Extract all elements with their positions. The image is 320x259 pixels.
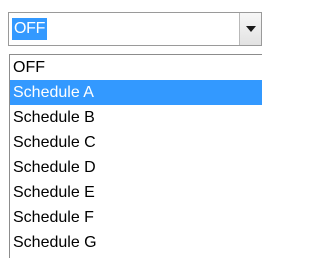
schedule-dropdown-list: OFF Schedule A Schedule B Schedule C Sch… (9, 54, 262, 258)
dropdown-option-off[interactable]: OFF (10, 55, 262, 80)
dropdown-option-schedule-b[interactable]: Schedule B (10, 105, 262, 130)
dropdown-option-schedule-a[interactable]: Schedule A (10, 80, 262, 105)
combo-value-area[interactable]: OFF (12, 17, 48, 41)
dropdown-option-schedule-e[interactable]: Schedule E (10, 180, 262, 205)
dropdown-option-schedule-g[interactable]: Schedule G (10, 230, 262, 255)
schedule-combobox[interactable]: OFF (8, 12, 262, 46)
dropdown-option-schedule-d[interactable]: Schedule D (10, 155, 262, 180)
dropdown-toggle-button[interactable] (239, 13, 261, 45)
combo-selected-value: OFF (12, 18, 48, 40)
dropdown-option-schedule-f[interactable]: Schedule F (10, 205, 262, 230)
chevron-down-icon (245, 26, 256, 32)
dropdown-option-schedule-c[interactable]: Schedule C (10, 130, 262, 155)
